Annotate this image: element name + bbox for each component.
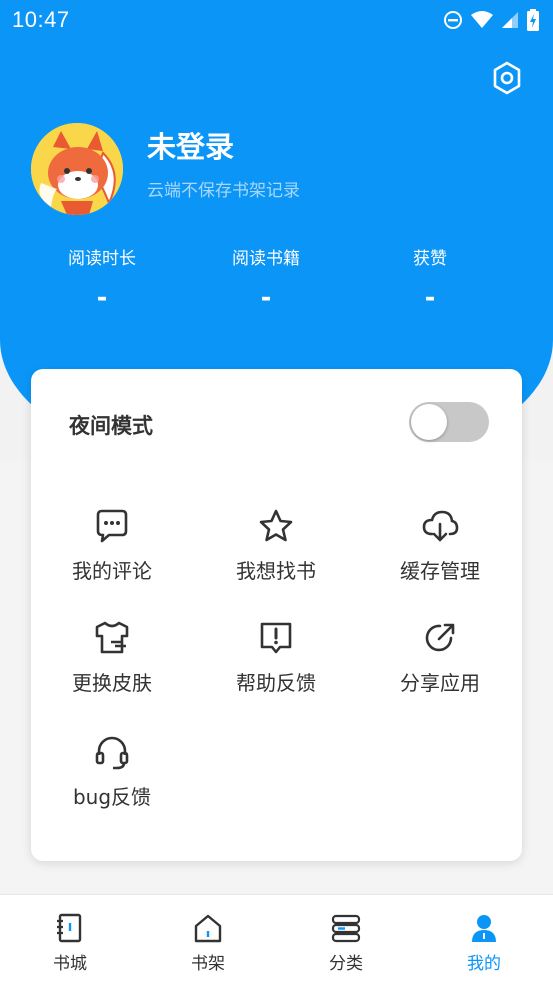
nav-profile[interactable]: 我的 bbox=[444, 913, 524, 974]
menu-my-comments[interactable]: 我的评论 bbox=[37, 507, 187, 584]
bookstore-icon bbox=[57, 913, 82, 943]
menu-bug-feedback[interactable]: bug反馈 bbox=[37, 733, 187, 810]
stat-label: 获赞 bbox=[413, 249, 447, 269]
menu-change-skin[interactable]: 更换皮肤 bbox=[37, 619, 187, 696]
comment-icon bbox=[96, 509, 128, 543]
menu-label: 我的评论 bbox=[72, 559, 152, 583]
stat-label: 阅读书籍 bbox=[232, 249, 300, 269]
menu-cache-manage[interactable]: 缓存管理 bbox=[365, 507, 515, 584]
menu-label: 缓存管理 bbox=[400, 559, 480, 583]
share-icon bbox=[425, 623, 455, 652]
menu-help-feedback[interactable]: 帮助反馈 bbox=[201, 619, 351, 696]
stat-likes: 获赞 - bbox=[370, 244, 490, 313]
shirt-icon bbox=[95, 621, 129, 654]
cloud-download-icon bbox=[422, 510, 459, 542]
stat-books-read: 阅读书籍 - bbox=[206, 244, 326, 313]
function-card: 夜间模式 我的评论 我想找书 缓存管理 更换皮肤 帮助反馈 分享应用 bug反馈 bbox=[31, 369, 522, 861]
menu-label: 更换皮肤 bbox=[72, 671, 152, 695]
menu-label: bug反馈 bbox=[72, 785, 152, 809]
nav-label: 我的 bbox=[467, 954, 501, 974]
bookshelf-icon bbox=[194, 914, 222, 943]
signal-icon bbox=[502, 12, 518, 28]
profile-icon bbox=[472, 915, 496, 942]
wifi-icon bbox=[471, 11, 493, 28]
settings-button[interactable] bbox=[490, 60, 524, 96]
avatar[interactable] bbox=[31, 123, 123, 215]
nav-label: 书城 bbox=[53, 954, 87, 974]
bottom-nav: 书城 书架 分类 我的 bbox=[0, 894, 553, 984]
menu-find-book[interactable]: 我想找书 bbox=[201, 507, 351, 584]
username[interactable]: 未登录 bbox=[147, 124, 234, 166]
category-icon bbox=[331, 914, 361, 943]
menu-label: 我想找书 bbox=[236, 559, 316, 583]
help-feedback-icon bbox=[260, 622, 292, 654]
nav-bookstore[interactable]: 书城 bbox=[30, 913, 110, 974]
menu-label: 帮助反馈 bbox=[236, 671, 316, 695]
nav-bookshelf[interactable]: 书架 bbox=[168, 913, 248, 974]
stat-label: 阅读时长 bbox=[68, 249, 136, 269]
fox-avatar-icon bbox=[31, 123, 123, 215]
stat-value: - bbox=[96, 283, 108, 313]
menu-label: 分享应用 bbox=[400, 671, 480, 695]
do-not-disturb-icon bbox=[444, 11, 462, 29]
stat-reading-time: 阅读时长 - bbox=[42, 244, 162, 313]
stat-value: - bbox=[424, 283, 436, 313]
nav-category[interactable]: 分类 bbox=[306, 913, 386, 974]
toggle-knob bbox=[411, 404, 447, 440]
stat-value: - bbox=[260, 283, 272, 313]
settings-icon bbox=[493, 61, 521, 95]
battery-icon bbox=[527, 9, 539, 31]
user-subtitle: 云端不保存书架记录 bbox=[147, 181, 300, 201]
status-time: 10:47 bbox=[12, 7, 70, 32]
status-bar: 10:47 bbox=[0, 0, 553, 40]
nav-label: 分类 bbox=[329, 954, 363, 974]
night-mode-label: 夜间模式 bbox=[69, 414, 153, 438]
menu-share-app[interactable]: 分享应用 bbox=[365, 619, 515, 696]
headset-icon bbox=[95, 736, 129, 770]
star-icon bbox=[259, 509, 293, 542]
nav-label: 书架 bbox=[191, 954, 225, 974]
night-mode-toggle[interactable] bbox=[409, 402, 489, 442]
